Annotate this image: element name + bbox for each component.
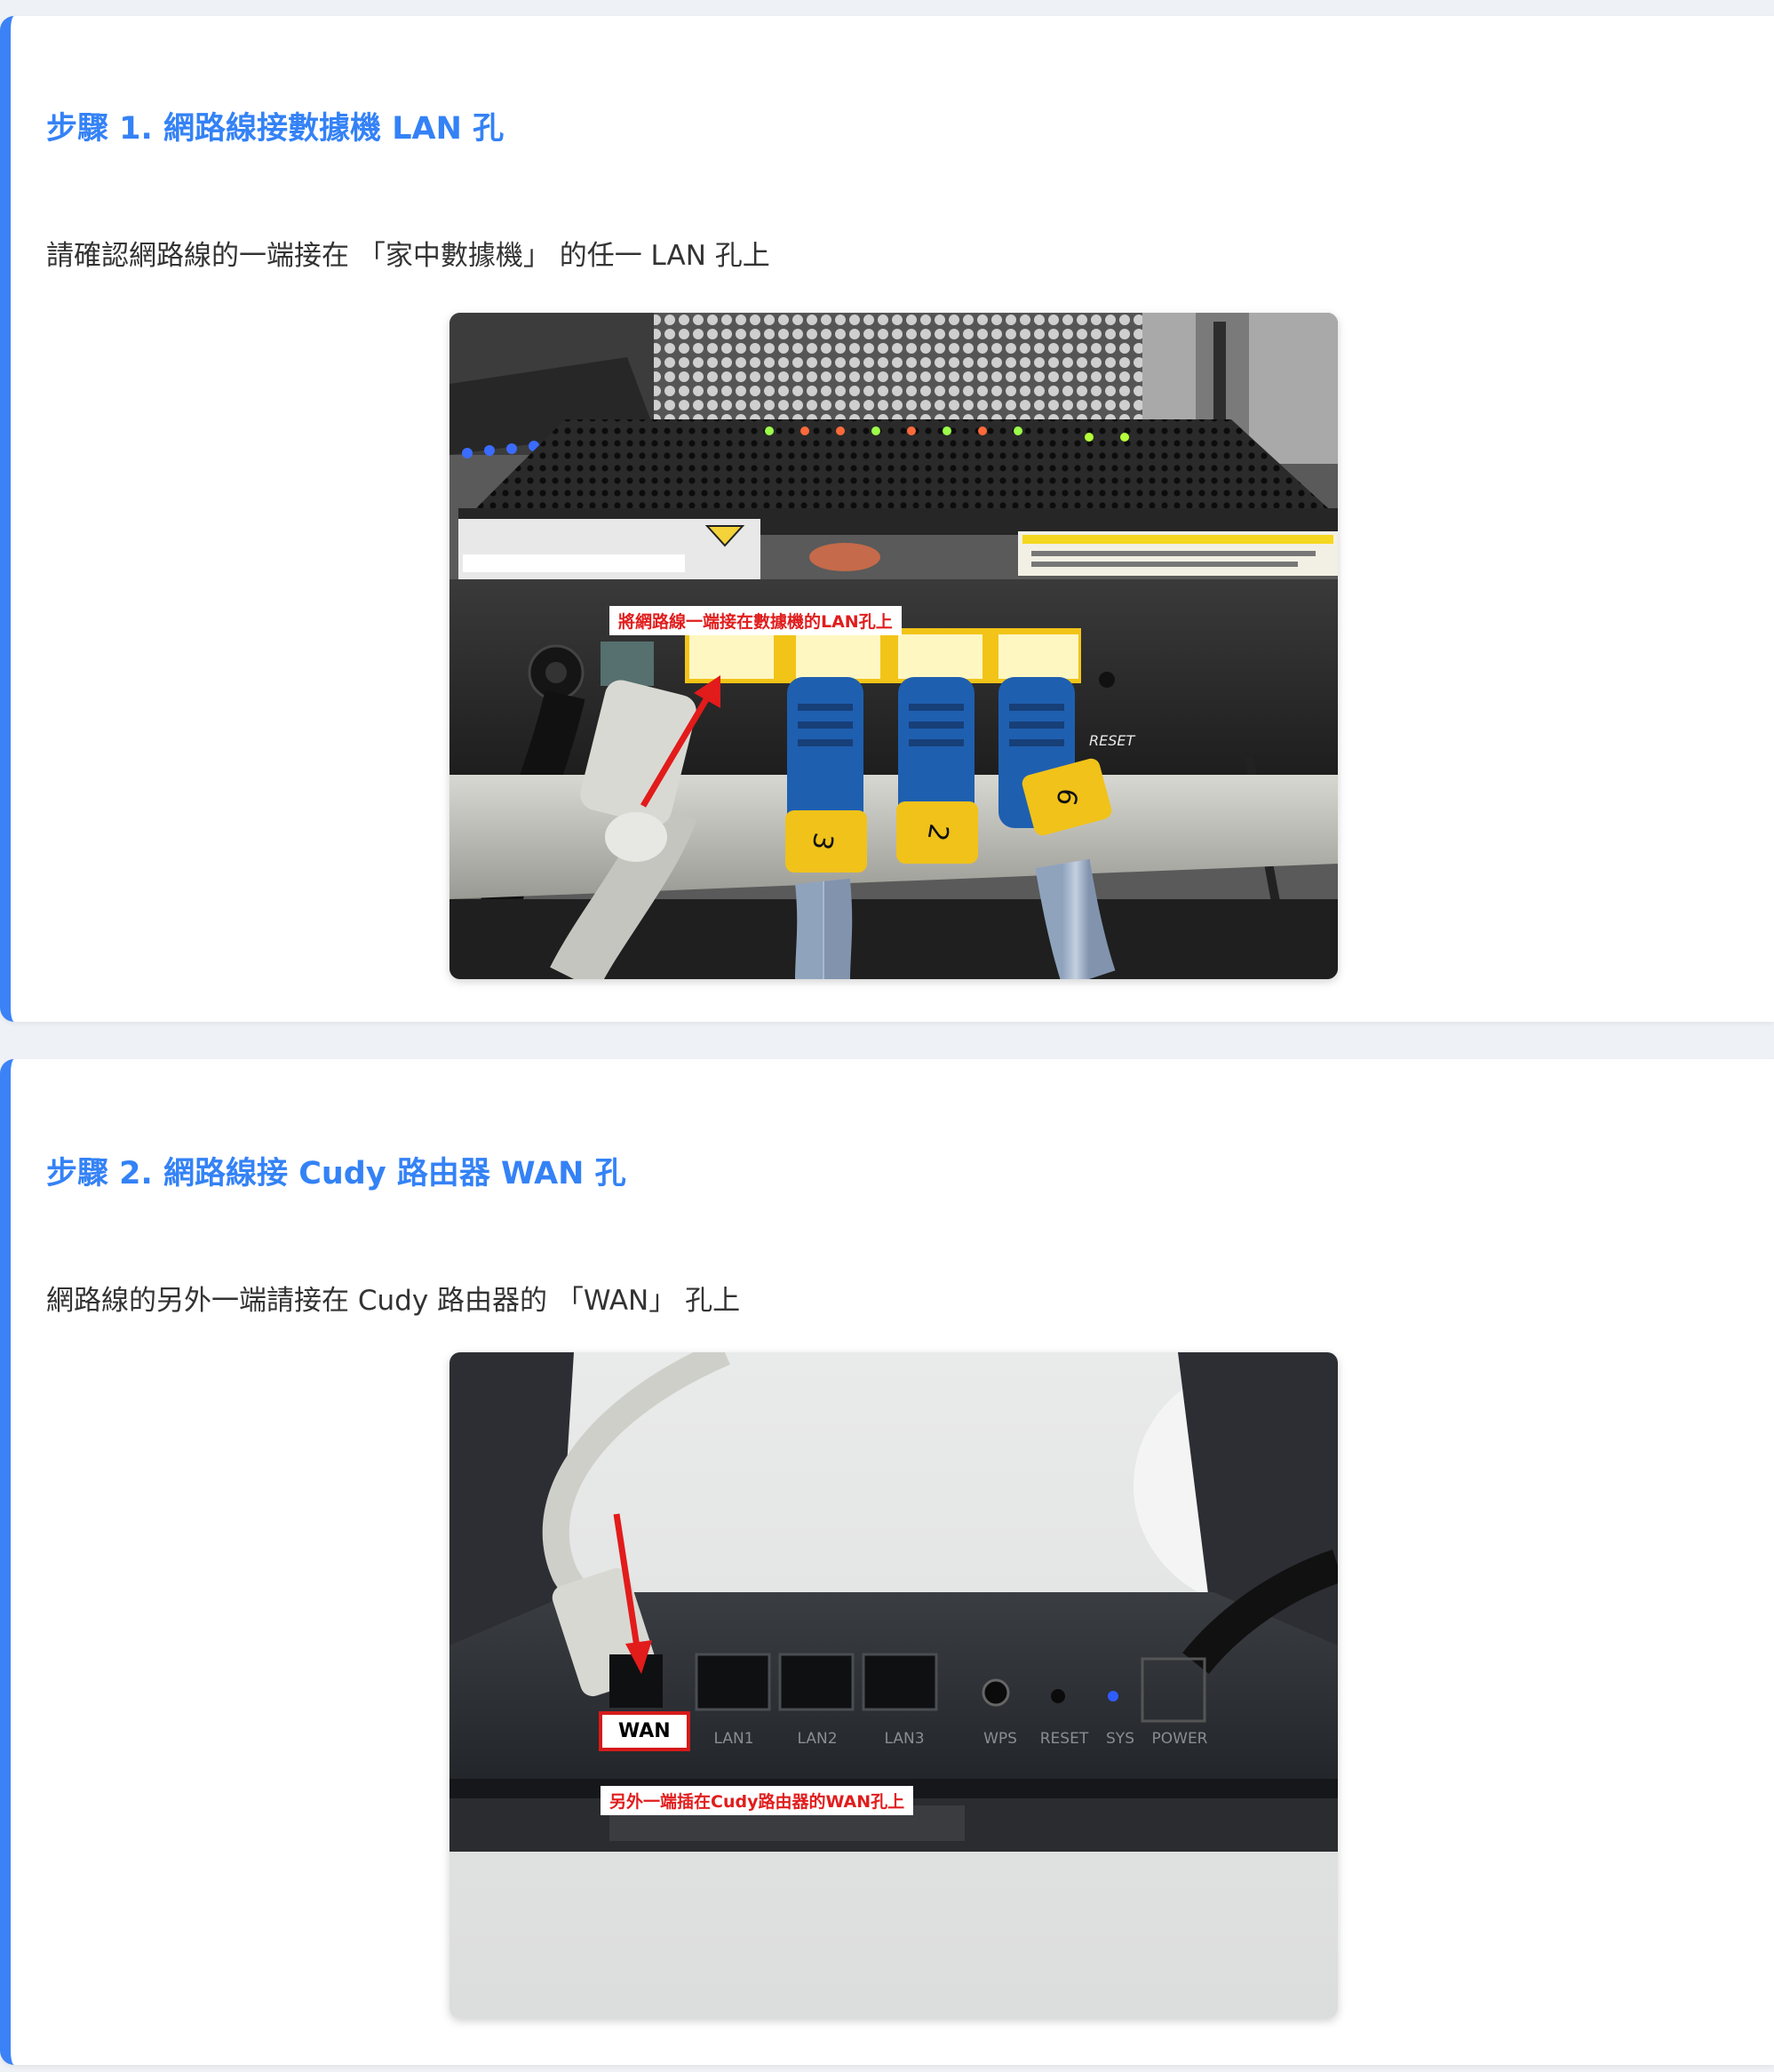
wan-port-tag: WAN [599, 1711, 690, 1751]
step-1-title: 步驟 1. 網路線接數據機 LAN 孔 [46, 111, 505, 147]
modem-illustration: RESET 3 2 6 [449, 313, 1338, 979]
step-2-description: 網路線的另外一端請接在 Cudy 路由器的 「WAN」 孔上 [46, 1285, 741, 1317]
port-label-wps: WPS [983, 1730, 1017, 1748]
port-label-lan2: LAN2 [797, 1730, 837, 1748]
port-label-reset: RESET [1040, 1730, 1089, 1748]
port-label-lan3: LAN3 [884, 1730, 924, 1748]
step-1-card: 步驟 1. 網路線接數據機 LAN 孔 請確認網路線的一端接在 「家中數據機」 … [0, 16, 1774, 1022]
port-label-power: POWER [1152, 1730, 1208, 1748]
port-label-lan1: LAN1 [713, 1730, 753, 1748]
step-2-card: 步驟 2. 網路線接 Cudy 路由器 WAN 孔 網路線的另外一端請接在 Cu… [0, 1059, 1774, 2065]
port-label-sys: SYS [1106, 1730, 1134, 1748]
step-1-callout: 將網路線一端接在數據機的LAN孔上 [609, 606, 902, 635]
step-2-title: 步驟 2. 網路線接 Cudy 路由器 WAN 孔 [46, 1156, 626, 1191]
router-wan-photo: LAN1 LAN2 LAN3 WPS RESET SYS POWER WAN 另… [449, 1352, 1338, 2019]
reset-label: RESET [1089, 732, 1135, 749]
step-2-callout: 另外一端插在Cudy路由器的WAN孔上 [601, 1786, 914, 1815]
router-illustration: LAN1 LAN2 LAN3 WPS RESET SYS POWER [449, 1352, 1338, 2019]
step-1-description: 請確認網路線的一端接在 「家中數據機」 的任一 LAN 孔上 [46, 240, 770, 272]
modem-lan-photo: RESET 3 2 6 將網路線一端接在數據機的LAN孔上 [449, 313, 1338, 979]
